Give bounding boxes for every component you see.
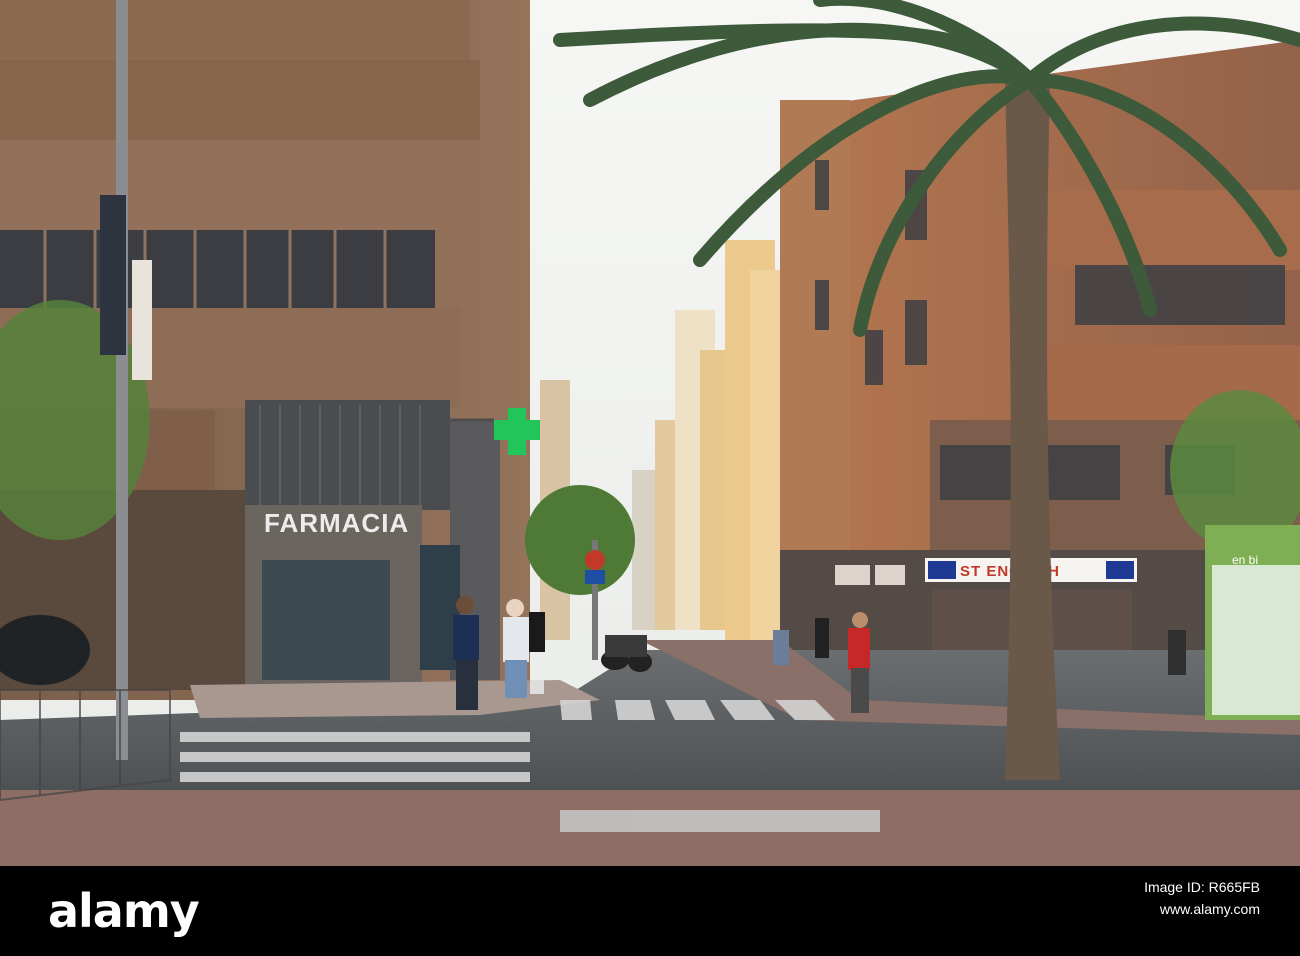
image-id-line: Image ID: R665FB xyxy=(1144,879,1260,895)
image-info: Image ID: R665FB www.alamy.com xyxy=(1144,876,1260,920)
website-line: www.alamy.com xyxy=(1159,901,1260,917)
street-photo: ST ENGLISH FARMACIA en bi xyxy=(0,0,1300,866)
brand-logo: alamy xyxy=(48,884,200,938)
stock-footer: alamy Image ID: R665FB www.alamy.com xyxy=(0,866,1300,956)
bike-map-label: en bi xyxy=(1232,553,1258,567)
street-scene: ST ENGLISH FARMACIA en bi xyxy=(0,0,1300,866)
bike-map-sign: en bi xyxy=(1205,525,1300,720)
pharmacy-sign: FARMACIA xyxy=(264,508,409,538)
